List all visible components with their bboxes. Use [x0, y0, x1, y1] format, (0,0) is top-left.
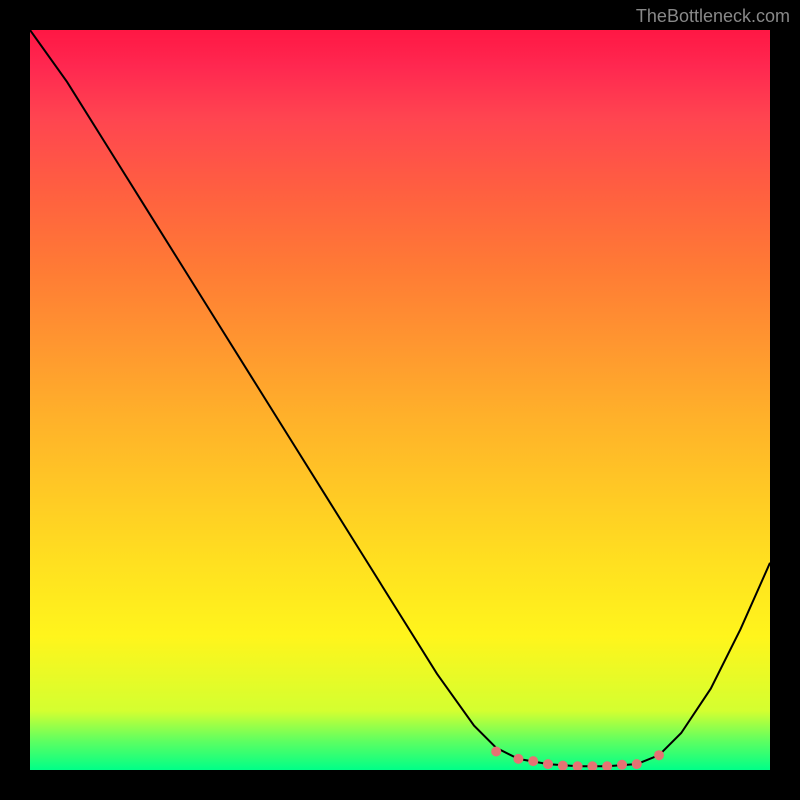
data-point: [528, 756, 538, 766]
data-point: [602, 761, 612, 770]
dots-group: [491, 747, 664, 771]
data-point: [543, 759, 553, 769]
data-point: [617, 760, 627, 770]
data-point: [573, 761, 583, 770]
bottleneck-curve: [30, 30, 770, 766]
watermark-label: TheBottleneck.com: [636, 6, 790, 27]
chart-svg: [30, 30, 770, 770]
chart-area: [30, 30, 770, 770]
curve-group: [30, 30, 770, 766]
data-point: [587, 761, 597, 770]
data-point: [513, 754, 523, 764]
data-point: [491, 747, 501, 757]
data-point: [558, 761, 568, 770]
data-point: [632, 759, 642, 769]
data-point: [654, 750, 664, 760]
